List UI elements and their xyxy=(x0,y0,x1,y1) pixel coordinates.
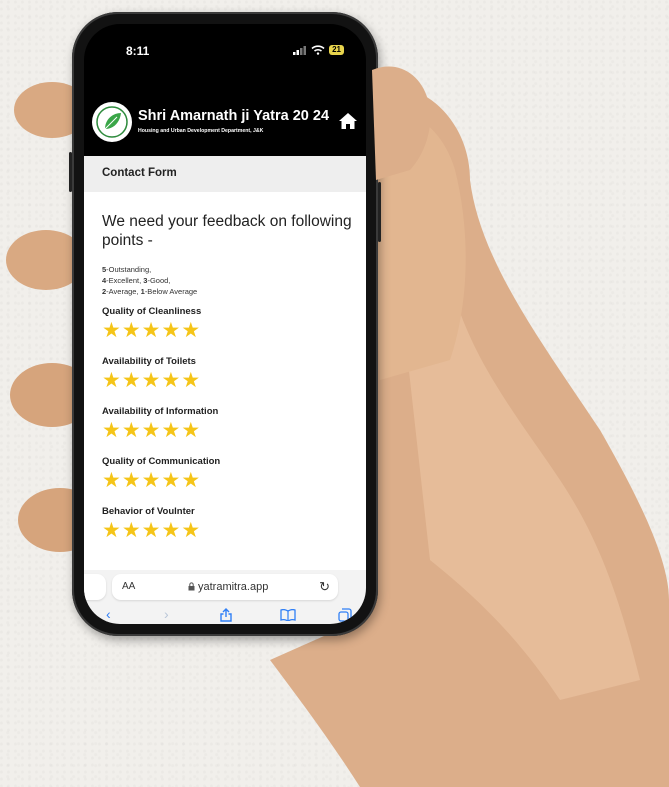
rating-question: Availability of Information ★ ★ ★ ★ ★ xyxy=(102,406,352,442)
forward-icon[interactable]: › xyxy=(164,606,169,622)
battery-indicator: 21 xyxy=(329,45,344,55)
reader-aa-button[interactable]: AA xyxy=(122,581,135,592)
rating-question: Availability of Toilets ★ ★ ★ ★ ★ xyxy=(102,356,352,392)
share-icon[interactable] xyxy=(220,608,232,622)
star-icon[interactable]: ★ xyxy=(181,370,200,392)
star-icon[interactable]: ★ xyxy=(181,520,200,542)
address-bar[interactable]: AA yatramitra.app ↻ xyxy=(112,574,338,600)
app-subtitle: Housing and Urban Development Department… xyxy=(138,128,264,134)
bookmarks-icon[interactable] xyxy=(280,609,296,621)
star-icon[interactable]: ★ xyxy=(122,420,141,442)
star-icon[interactable]: ★ xyxy=(161,320,180,342)
scale-line: 4-Excellent, 3-Good, xyxy=(102,275,197,286)
phone-screen: 8:11 21 Shri Amarnath ji Yatra 20 24 Hou… xyxy=(84,24,366,624)
app-title: Shri Amarnath ji Yatra 20 24 xyxy=(138,108,330,124)
star-icon[interactable]: ★ xyxy=(122,370,141,392)
scale-text: -Excellent, xyxy=(106,276,144,285)
star-icon[interactable]: ★ xyxy=(142,420,161,442)
question-label: Availability of Information xyxy=(102,406,219,417)
reload-icon[interactable]: ↻ xyxy=(319,579,330,595)
star-icon[interactable]: ★ xyxy=(142,320,161,342)
star-rating[interactable]: ★ ★ ★ ★ ★ xyxy=(102,370,352,392)
form-heading: We need your feedback on following point… xyxy=(102,213,352,249)
wifi-icon xyxy=(311,45,325,55)
app-logo xyxy=(92,102,132,142)
app-header: Shri Amarnath ji Yatra 20 24 Housing and… xyxy=(84,84,366,156)
feedback-form: We need your feedback on following point… xyxy=(84,192,366,570)
url-text[interactable]: yatramitra.app xyxy=(188,581,268,593)
lock-icon xyxy=(188,582,195,591)
scale-text: -Outstanding, xyxy=(106,265,152,274)
question-label: Quality of Communication xyxy=(102,456,221,467)
star-icon[interactable]: ★ xyxy=(181,470,200,492)
scale-text: -Below Average xyxy=(144,287,198,296)
rating-question: Quality of Communication ★ ★ ★ ★ ★ xyxy=(102,456,352,492)
status-icons: 21 xyxy=(293,45,344,55)
star-rating[interactable]: ★ ★ ★ ★ ★ xyxy=(102,520,352,542)
phone-frame: 8:11 21 Shri Amarnath ji Yatra 20 24 Hou… xyxy=(69,12,381,636)
star-icon[interactable]: ★ xyxy=(102,470,121,492)
question-label: Behavior of Voulnter xyxy=(102,506,195,517)
star-icon[interactable]: ★ xyxy=(142,370,161,392)
section-bar: Contact Form xyxy=(84,156,366,192)
star-icon[interactable]: ★ xyxy=(122,320,141,342)
browser-toolbar: ‹ › xyxy=(84,604,366,624)
star-icon[interactable]: ★ xyxy=(122,470,141,492)
leaf-logo-icon xyxy=(96,106,128,138)
scale-line: 5-Outstanding, xyxy=(102,264,197,275)
volume-button xyxy=(69,152,72,192)
star-icon[interactable]: ★ xyxy=(102,520,121,542)
question-label: Quality of Cleanliness xyxy=(102,306,202,317)
star-rating[interactable]: ★ ★ ★ ★ ★ xyxy=(102,470,352,492)
status-time: 8:11 xyxy=(126,44,150,58)
star-icon[interactable]: ★ xyxy=(161,470,180,492)
star-icon[interactable]: ★ xyxy=(142,470,161,492)
scale-text: -Average, xyxy=(106,287,141,296)
rating-question: Quality of Cleanliness ★ ★ ★ ★ ★ xyxy=(102,306,352,342)
star-icon[interactable]: ★ xyxy=(142,520,161,542)
home-icon[interactable] xyxy=(338,112,358,130)
star-icon[interactable]: ★ xyxy=(181,320,200,342)
star-rating[interactable]: ★ ★ ★ ★ ★ xyxy=(102,320,352,342)
rating-scale-legend: 5-Outstanding, 4-Excellent, 3-Good, 2-Aver… xyxy=(102,264,197,297)
back-icon[interactable]: ‹ xyxy=(106,606,111,622)
star-icon[interactable]: ★ xyxy=(161,370,180,392)
star-icon[interactable]: ★ xyxy=(181,420,200,442)
browser-bar: AA yatramitra.app ↻ ‹ › xyxy=(84,570,366,624)
star-icon[interactable]: ★ xyxy=(122,520,141,542)
question-label: Availability of Toilets xyxy=(102,356,196,367)
signal-icon xyxy=(293,46,307,55)
power-button xyxy=(378,182,381,242)
scale-text: -Good, xyxy=(147,276,171,285)
star-icon[interactable]: ★ xyxy=(102,320,121,342)
star-rating[interactable]: ★ ★ ★ ★ ★ xyxy=(102,420,352,442)
status-bar: 8:11 21 xyxy=(84,24,366,80)
scale-line: 2-Average, 1-Below Average xyxy=(102,286,197,297)
section-title: Contact Form xyxy=(102,167,177,179)
tabs-icon[interactable] xyxy=(338,608,352,622)
previous-tab-preview[interactable] xyxy=(84,574,106,600)
star-icon[interactable]: ★ xyxy=(161,420,180,442)
star-icon[interactable]: ★ xyxy=(102,420,121,442)
rating-question: Behavior of Voulnter ★ ★ ★ ★ ★ xyxy=(102,506,352,542)
star-icon[interactable]: ★ xyxy=(161,520,180,542)
star-icon[interactable]: ★ xyxy=(102,370,121,392)
